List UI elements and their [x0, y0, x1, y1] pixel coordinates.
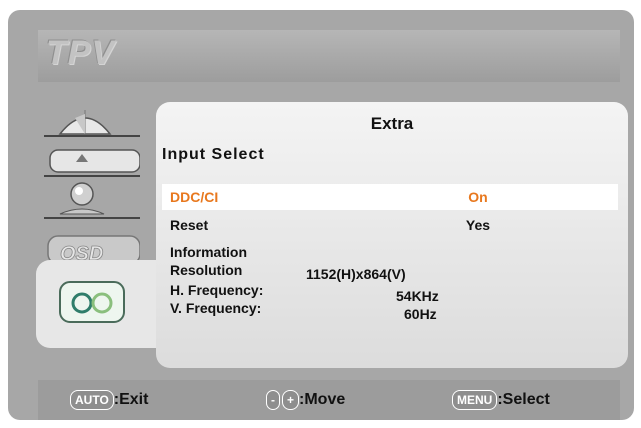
- exit-hint: AUTO:Exit: [70, 390, 148, 410]
- information-heading: Information: [170, 244, 247, 260]
- extra-panel: Extra Input Select DDC/CI On Reset Yes I…: [156, 102, 628, 368]
- reset-row[interactable]: Reset Yes: [162, 212, 618, 238]
- plus-key[interactable]: +: [282, 390, 300, 410]
- tab-color-temperature[interactable]: [30, 180, 140, 222]
- ddcci-value: On: [468, 189, 488, 205]
- move-hint: - +:Move: [266, 390, 345, 410]
- reset-label: Reset: [170, 217, 209, 233]
- menu-key[interactable]: MENU: [452, 390, 498, 410]
- tab-extra[interactable]: [36, 260, 166, 348]
- osd-setup-icon: OSD: [47, 235, 140, 264]
- osd-menu: TPV OSD Extra Input Select DDC/CI On Res…: [8, 10, 634, 420]
- exit-label: :Exit: [113, 390, 149, 408]
- input-select-label[interactable]: Input Select: [162, 146, 265, 164]
- header-bar: TPV: [38, 30, 620, 82]
- auto-key[interactable]: AUTO: [70, 390, 114, 410]
- tab-image-setup[interactable]: [30, 138, 140, 180]
- panel-title: Extra: [370, 114, 414, 133]
- vfreq-label: V. Frequency:: [170, 300, 262, 316]
- footer-bar: AUTO:Exit - +:Move MENU:Select: [38, 380, 620, 420]
- ddcci-label: DDC/CI: [170, 189, 219, 205]
- reset-value: Yes: [465, 217, 491, 233]
- ddcci-row[interactable]: DDC/CI On: [162, 184, 618, 210]
- image-setup-icon: [44, 149, 140, 177]
- hfreq-value: 54KHz: [396, 288, 439, 304]
- brand-logo: TPV: [46, 34, 116, 72]
- resolution-value: 1152(H)x864(V): [306, 266, 406, 282]
- vfreq-value: 60Hz: [404, 306, 437, 322]
- luminance-icon: [44, 110, 140, 137]
- select-hint: MENU:Select: [452, 390, 550, 410]
- hfreq-label: H. Frequency:: [170, 282, 264, 298]
- extra-icon: [59, 281, 125, 323]
- minus-key[interactable]: -: [266, 390, 280, 410]
- resolution-label: Resolution: [170, 262, 243, 278]
- move-label: :Move: [299, 390, 346, 408]
- select-label: :Select: [497, 390, 550, 408]
- tab-luminance[interactable]: [30, 98, 140, 140]
- tab-osd-setup[interactable]: OSD: [30, 222, 140, 264]
- color-temperature-icon: [44, 182, 140, 219]
